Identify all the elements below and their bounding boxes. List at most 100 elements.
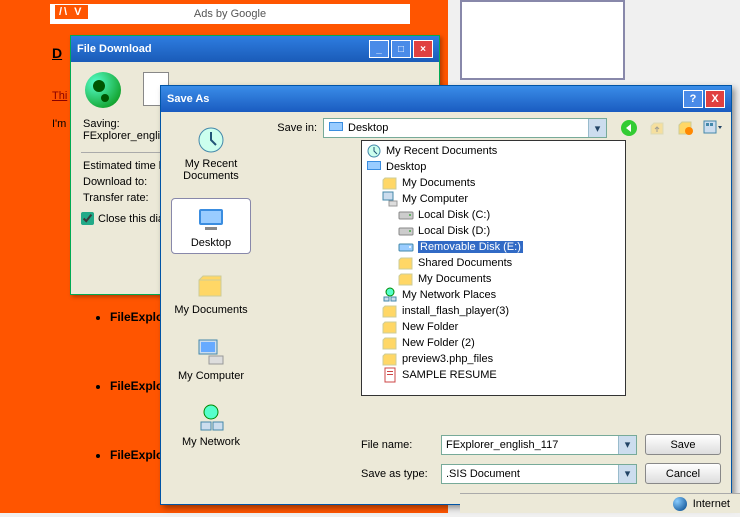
disk-icon <box>398 223 414 239</box>
new-folder-button[interactable] <box>675 118 695 138</box>
save-type-dropdown[interactable]: .SIS Document ▾ <box>441 464 637 484</box>
sidebar-item-computer[interactable]: My Computer <box>171 332 251 386</box>
documents-icon <box>195 270 227 302</box>
tree-item-label: New Folder (2) <box>402 337 475 349</box>
tree-item-label: Removable Disk (E:) <box>418 241 523 253</box>
cancel-button[interactable]: Cancel <box>645 463 721 484</box>
tree-item[interactable]: Desktop <box>364 159 623 175</box>
transfer-rate-label: Transfer rate: <box>83 192 149 204</box>
bg-right-panel <box>460 0 625 80</box>
logo-box: /\ V <box>55 5 88 19</box>
computer-icon <box>382 191 398 207</box>
sidebar-item-label: My Network <box>182 436 240 448</box>
dropdown-arrow-icon[interactable]: ▾ <box>618 465 636 483</box>
saving-label: Saving: <box>83 118 160 130</box>
folder-icon <box>382 319 398 335</box>
tree-item[interactable]: SAMPLE RESUME <box>364 367 623 383</box>
tree-item[interactable]: My Network Places <box>364 287 623 303</box>
save-in-tree[interactable]: My Recent Documents Desktop My Documents My… <box>361 140 626 396</box>
tree-item[interactable]: My Documents <box>364 271 623 287</box>
filename-input[interactable]: FExplorer_english_117 ▾ <box>441 435 637 455</box>
close-dialog-checkbox-row[interactable]: Close this dia <box>81 212 164 225</box>
tree-item-label: My Documents <box>402 177 475 189</box>
up-button[interactable] <box>647 118 667 138</box>
disk-icon <box>398 207 414 223</box>
remdisk-icon <box>398 239 414 255</box>
save-as-window: Save As ? X My Recent Documents Desktop … <box>160 85 732 505</box>
tree-item[interactable]: My Computer <box>364 191 623 207</box>
folder-icon <box>398 255 414 271</box>
save-as-titlebar[interactable]: Save As ? X <box>161 86 731 112</box>
save-in-label: Save in: <box>269 122 317 134</box>
maximize-button[interactable]: □ <box>391 40 411 58</box>
tree-item[interactable]: Local Disk (D:) <box>364 223 623 239</box>
save-as-title: Save As <box>167 93 683 105</box>
sidebar-item-desktop[interactable]: Desktop <box>171 198 251 254</box>
tree-item[interactable]: New Folder (2) <box>364 335 623 351</box>
desktop-icon <box>195 203 227 235</box>
sidebar-item-network[interactable]: My Network <box>171 398 251 452</box>
tree-item[interactable]: My Recent Documents <box>364 143 623 159</box>
desktop-icon <box>366 159 382 175</box>
folder-icon <box>382 351 398 367</box>
tree-item-label: My Network Places <box>402 289 496 301</box>
network-icon <box>195 402 227 434</box>
places-bar: My Recent Documents Desktop My Documents… <box>161 112 261 504</box>
tree-item[interactable]: Removable Disk (E:) <box>364 239 623 255</box>
tree-item[interactable]: preview3.php_files <box>364 351 623 367</box>
sidebar-item-recent[interactable]: My Recent Documents <box>171 120 251 186</box>
tree-item-label: My Recent Documents <box>386 145 497 157</box>
estimated-time-label: Estimated time l <box>83 160 161 172</box>
tree-item-label: Local Disk (C:) <box>418 209 490 221</box>
file-download-titlebar[interactable]: File Download _ □ × <box>71 36 439 62</box>
save-type-value: .SIS Document <box>446 468 520 480</box>
bg-text: I'm <box>52 118 66 130</box>
ads-text: Ads by Google <box>194 8 266 20</box>
tree-item-label: New Folder <box>402 321 458 333</box>
tree-item-label: preview3.php_files <box>402 353 493 365</box>
tree-item[interactable]: New Folder <box>364 319 623 335</box>
computer-icon <box>195 336 227 368</box>
filename-value: FExplorer_english_117 <box>446 439 558 451</box>
recent-icon <box>366 143 382 159</box>
tree-item[interactable]: install_flash_player(3) <box>364 303 623 319</box>
sidebar-item-documents[interactable]: My Documents <box>171 266 251 320</box>
globe-icon <box>85 72 121 108</box>
tree-item[interactable]: Local Disk (C:) <box>364 207 623 223</box>
close-button[interactable]: × <box>413 40 433 58</box>
folder-icon <box>398 271 414 287</box>
folder-icon <box>382 175 398 191</box>
save-button[interactable]: Save <box>645 434 721 455</box>
dropdown-arrow-icon[interactable]: ▾ <box>588 119 606 137</box>
bg-heading: D <box>52 45 62 61</box>
bg-link[interactable]: Thi <box>52 90 67 102</box>
dropdown-arrow-icon[interactable]: ▾ <box>618 436 636 454</box>
sidebar-item-label: My Recent Documents <box>173 158 249 182</box>
tree-item-label: My Documents <box>418 273 491 285</box>
tree-item[interactable]: Shared Documents <box>364 255 623 271</box>
tree-item-label: Local Disk (D:) <box>418 225 490 237</box>
status-text: Internet <box>693 498 730 510</box>
sidebar-item-label: My Computer <box>178 370 244 382</box>
close-button[interactable]: X <box>705 90 725 108</box>
save-in-dropdown[interactable]: Desktop ▾ <box>323 118 607 138</box>
file-download-title: File Download <box>77 43 369 55</box>
view-menu-button[interactable] <box>703 118 723 138</box>
close-dialog-checkbox[interactable] <box>81 212 94 225</box>
file-icon <box>382 367 398 383</box>
save-type-label: Save as type: <box>361 468 433 480</box>
close-dialog-label: Close this dia <box>98 213 164 225</box>
back-button[interactable] <box>619 118 639 138</box>
filename-label: File name: <box>361 439 433 451</box>
tree-item-label: SAMPLE RESUME <box>402 369 497 381</box>
tree-item-label: My Computer <box>402 193 468 205</box>
tree-item[interactable]: My Documents <box>364 175 623 191</box>
ads-banner: Ads by Google <box>50 4 410 24</box>
tree-item-label: Desktop <box>386 161 426 173</box>
minimize-button[interactable]: _ <box>369 40 389 58</box>
sidebar-item-label: Desktop <box>191 237 231 249</box>
tree-item-label: install_flash_player(3) <box>402 305 509 317</box>
download-to-label: Download to: <box>83 176 147 188</box>
help-button[interactable]: ? <box>683 90 703 108</box>
recent-icon <box>195 124 227 156</box>
